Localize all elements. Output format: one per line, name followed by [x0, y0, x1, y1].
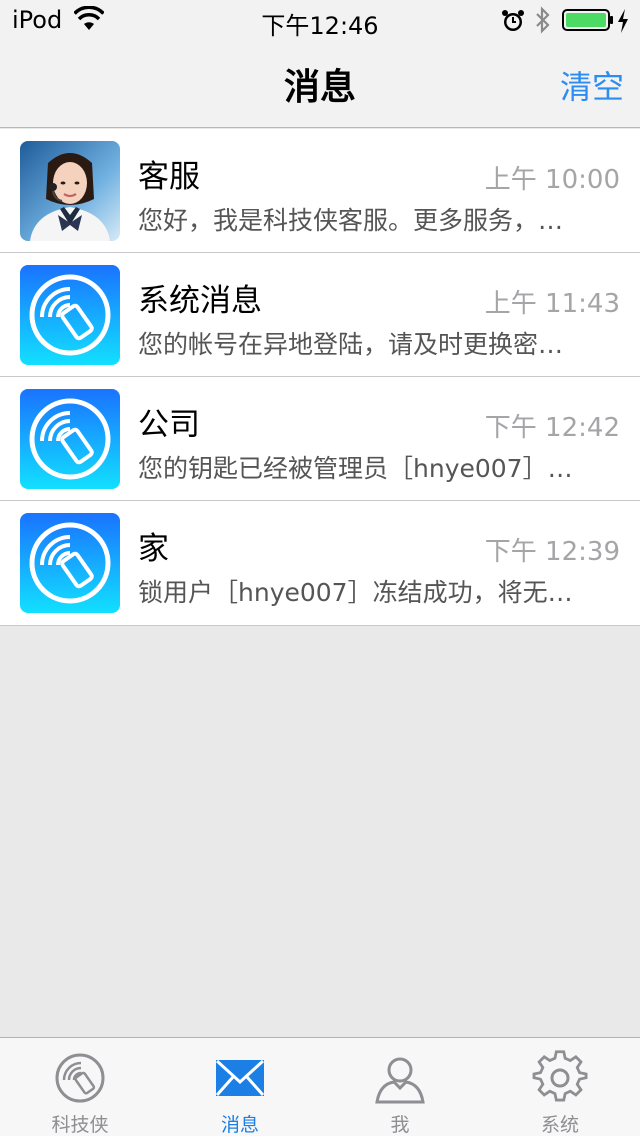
- battery-icon: [562, 9, 613, 31]
- customer-service-avatar: [20, 141, 120, 241]
- tab-bar: 科技侠 消息 我 系统: [0, 1037, 640, 1136]
- tab-kejixia[interactable]: 科技侠: [0, 1038, 160, 1136]
- alarm-clock-icon: [502, 10, 524, 31]
- envelope-icon: [215, 1059, 265, 1096]
- message-list: 客服 上午 10:00 您好，我是科技侠客服。更多服务，… 系统消息 上午 11…: [0, 129, 640, 626]
- message-row-customer-service[interactable]: 客服 上午 10:00 您好，我是科技侠客服。更多服务，…: [0, 129, 640, 253]
- phone-signal-icon: [55, 1053, 105, 1103]
- message-preview: 您的钥匙已经被管理员［hnye007］…: [138, 454, 573, 483]
- tab-label: 我: [390, 1114, 410, 1136]
- message-time: 上午 10:00: [484, 165, 620, 195]
- app-logo-icon: [20, 389, 120, 489]
- message-preview: 锁用户［hnye007］冻结成功，将无…: [138, 578, 573, 607]
- tab-label: 科技侠: [51, 1114, 109, 1136]
- message-row-home[interactable]: 家 下午 12:39 锁用户［hnye007］冻结成功，将无…: [0, 501, 640, 625]
- tab-messages[interactable]: 消息: [160, 1038, 320, 1136]
- navigation-bar: iPod 下午12:46 消息 清空: [0, 0, 640, 128]
- message-title: 客服: [138, 159, 200, 195]
- message-row-company[interactable]: 公司 下午 12:42 您的钥匙已经被管理员［hnye007］…: [0, 377, 640, 501]
- charging-icon: [618, 9, 628, 33]
- tab-label: 消息: [220, 1114, 259, 1136]
- app-logo-icon: [20, 265, 120, 365]
- bluetooth-icon: [536, 6, 550, 34]
- message-preview: 您的帐号在异地登陆，请及时更换密…: [138, 330, 564, 359]
- message-time: 下午 12:39: [484, 537, 620, 567]
- message-time: 上午 11:43: [484, 289, 620, 319]
- tab-system[interactable]: 系统: [480, 1038, 640, 1136]
- message-title: 家: [138, 531, 169, 567]
- tab-me[interactable]: 我: [320, 1038, 480, 1136]
- message-time: 下午 12:42: [484, 413, 620, 443]
- clear-button[interactable]: 清空: [560, 62, 624, 108]
- page-title: 消息: [283, 67, 356, 108]
- status-bar: iPod 下午12:46: [0, 0, 640, 40]
- screen: iPod 下午12:46 消息 清空 客服 上午 10:00 您好，我是科技侠客…: [0, 0, 640, 1136]
- message-title: 公司: [138, 407, 200, 443]
- tab-label: 系统: [540, 1114, 579, 1136]
- gear-icon: [532, 1050, 588, 1102]
- app-logo-icon: [20, 513, 120, 613]
- person-icon: [375, 1057, 425, 1104]
- message-row-system[interactable]: 系统消息 上午 11:43 您的帐号在异地登陆，请及时更换密…: [0, 253, 640, 377]
- message-preview: 您好，我是科技侠客服。更多服务，…: [138, 206, 564, 235]
- message-title: 系统消息: [138, 283, 262, 319]
